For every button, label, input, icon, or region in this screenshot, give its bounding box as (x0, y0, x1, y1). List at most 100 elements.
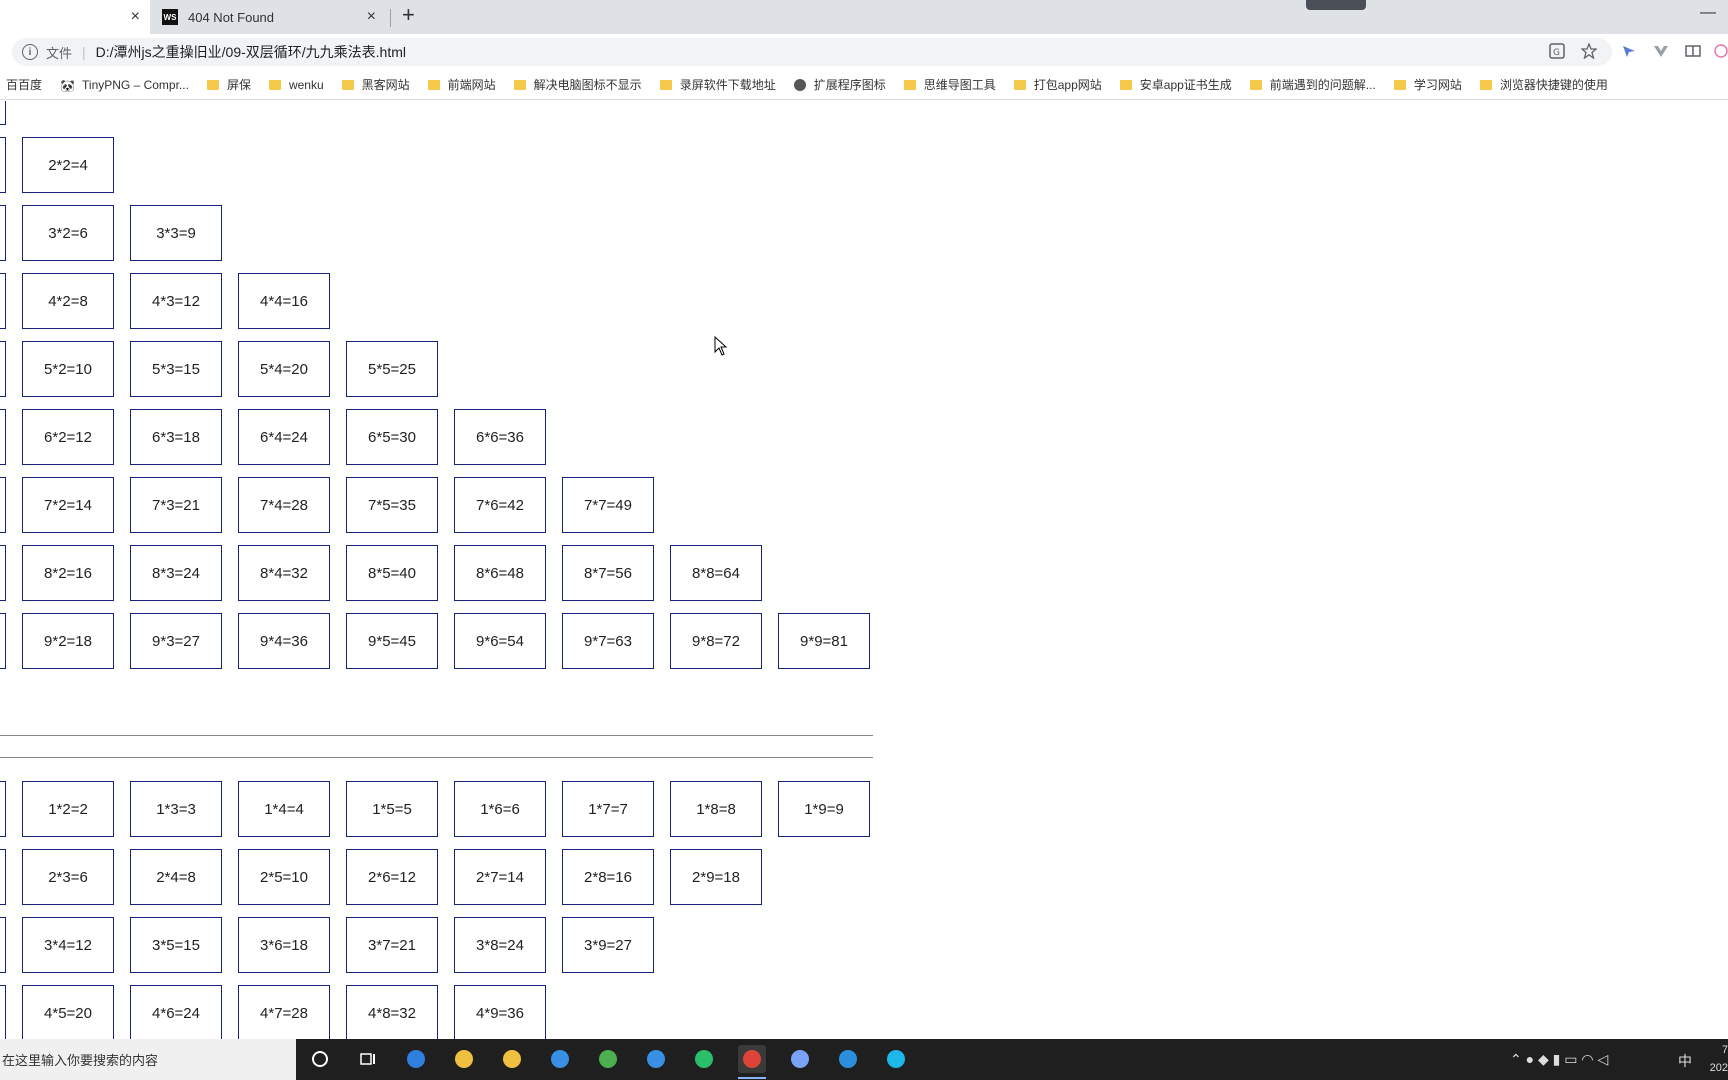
table-cell: 9*7=63 (562, 613, 654, 669)
file-explorer-icon[interactable] (450, 1045, 478, 1073)
bookmark-item[interactable]: 打包app网站 (1013, 76, 1102, 93)
folder-icon (513, 79, 526, 90)
info-icon[interactable]: i (22, 44, 38, 60)
table-cell (0, 205, 6, 261)
table-cell: 5*3=15 (130, 341, 222, 397)
table-cell: 7*7=49 (562, 477, 654, 533)
table-cell: 4*4=16 (238, 273, 330, 329)
search-placeholder: 在这里输入你要搜索的内容 (2, 1053, 159, 1068)
folder-icon (1479, 79, 1492, 90)
clock[interactable]: 7 202 (1708, 1041, 1728, 1077)
address-bar[interactable]: i 文件 | D:/潭州js之重操旧业/09-双层循环/九九乘法表.html (12, 38, 1612, 66)
taskbar-search-input[interactable]: 在这里输入你要搜索的内容 (0, 1039, 296, 1080)
bookmark-item[interactable]: 解决电脑图标不显示 (513, 76, 642, 93)
bookmark-item[interactable]: 思维导图工具 (903, 76, 996, 93)
bookmark-item[interactable]: 屏保 (206, 76, 251, 93)
bookmark-label: wenku (288, 77, 324, 92)
qq-icon[interactable]: ● (1526, 1051, 1534, 1067)
folder-icon (341, 79, 354, 90)
bookmark-item[interactable]: 前端遇到的问题解... (1249, 76, 1376, 93)
bookmark-label: 屏保 (226, 78, 251, 92)
new-tab-button[interactable]: + (402, 2, 415, 28)
ie-icon[interactable] (642, 1045, 670, 1073)
bookmark-item[interactable]: 🐼 TinyPNG – Compr... (60, 78, 189, 93)
ime-indicator[interactable]: 中 (1678, 1051, 1692, 1071)
close-icon[interactable]: × (131, 8, 140, 26)
table-cell: 3*4=12 (22, 917, 114, 973)
tab-active[interactable]: × (0, 0, 150, 34)
tab-404[interactable]: WS 404 Not Found × (150, 0, 386, 34)
table-cell: 4*3=12 (130, 273, 222, 329)
table-cell: 3*5=15 (130, 917, 222, 973)
table-cell: 7*2=14 (22, 477, 114, 533)
horizontal-rule (0, 735, 873, 736)
table-cell: 5*4=20 (238, 341, 330, 397)
taskbar: 在这里输入你要搜索的内容 ⌃ ● ◆ ▮ ▭ ◠ ◁ 中 7 202 (0, 1039, 1728, 1080)
window-handle[interactable] (1306, 0, 1366, 10)
reader-icon[interactable] (1684, 42, 1702, 60)
url-text[interactable]: D:/潭州js之重操旧业/09-双层循环/九九乘法表.html (96, 42, 406, 62)
green-browser-icon[interactable] (594, 1045, 622, 1073)
table-cell (0, 409, 6, 465)
vue-devtools-icon[interactable] (1652, 42, 1670, 60)
bookmark-item[interactable]: 百百度 (6, 76, 42, 93)
close-icon[interactable]: × (367, 8, 376, 26)
table-cell: 2*7=14 (454, 849, 546, 905)
table-cell: 8*2=16 (22, 545, 114, 601)
table-cell: 5*5=25 (346, 341, 438, 397)
mail-icon[interactable] (546, 1045, 574, 1073)
tray-icons[interactable]: ⌃ ● ◆ ▮ ▭ ◠ ◁ (1510, 1051, 1608, 1068)
table-cell: 3*6=18 (238, 917, 330, 973)
webstorm-icon[interactable] (882, 1045, 910, 1073)
shield-icon[interactable]: ◆ (1538, 1051, 1549, 1067)
table-cell: 1*3=3 (130, 781, 222, 837)
folder-icon (1393, 79, 1406, 90)
active-app-indicator (738, 1077, 766, 1079)
microphone-icon[interactable]: ▮ (1553, 1051, 1561, 1067)
extension-icon[interactable] (1620, 42, 1638, 60)
bookmark-item[interactable]: 浏览器快捷键的使用 (1479, 76, 1608, 93)
store-icon[interactable] (498, 1045, 526, 1073)
vscode-icon[interactable] (834, 1045, 862, 1073)
bookmark-item[interactable]: wenku (268, 77, 324, 92)
table-cell: 2*2=4 (22, 137, 114, 193)
table-cell: 9*9=81 (778, 613, 870, 669)
table-cell: 8*3=24 (130, 545, 222, 601)
bookmark-item[interactable]: 扩展程序图标 (793, 76, 886, 93)
cortana-icon[interactable] (306, 1045, 334, 1073)
scheme-label: 文件 (46, 45, 73, 61)
table-cell: 4*2=8 (22, 273, 114, 329)
edge-icon[interactable] (402, 1045, 430, 1073)
star-icon[interactable] (1580, 42, 1598, 60)
bookmark-item[interactable]: 前端网站 (427, 76, 496, 93)
bookmark-item[interactable]: 安卓app证书生成 (1119, 76, 1232, 93)
table-cell: 4*9=36 (454, 985, 546, 1039)
table-cell: 9*2=18 (22, 613, 114, 669)
clock-time: 7 (1721, 1044, 1728, 1056)
table-cell: 1*6=6 (454, 781, 546, 837)
bookmark-label: 解决电脑图标不显示 (533, 78, 642, 92)
bookmark-item[interactable]: 黑客网站 (341, 76, 410, 93)
table-cell: 4*5=20 (22, 985, 114, 1039)
edge-beta-icon[interactable] (690, 1045, 718, 1073)
table-cell: 7*5=35 (346, 477, 438, 533)
bookmark-item[interactable]: 录屏软件下载地址 (659, 76, 776, 93)
minimize-button[interactable]: — (1700, 4, 1716, 22)
wifi-icon[interactable]: ◠ (1581, 1051, 1593, 1067)
bookmark-item[interactable]: 学习网站 (1393, 76, 1462, 93)
translate-icon[interactable]: G (1548, 42, 1566, 60)
profile-icon[interactable] (1712, 42, 1728, 60)
battery-icon[interactable]: ▭ (1564, 1051, 1577, 1067)
chrome-icon[interactable] (738, 1045, 766, 1079)
feishu-icon[interactable] (786, 1045, 814, 1073)
table-cell: 8*5=40 (346, 545, 438, 601)
table-cell: 3*7=21 (346, 917, 438, 973)
volume-icon[interactable]: ◁ (1598, 1051, 1609, 1067)
task-view-icon[interactable] (354, 1045, 382, 1073)
table-cell (0, 137, 6, 193)
folder-icon (206, 79, 219, 90)
chevron-up-icon[interactable]: ⌃ (1510, 1051, 1522, 1067)
table-cell: 1*4=4 (238, 781, 330, 837)
tab-divider (390, 9, 391, 27)
table-cell: 8*4=32 (238, 545, 330, 601)
